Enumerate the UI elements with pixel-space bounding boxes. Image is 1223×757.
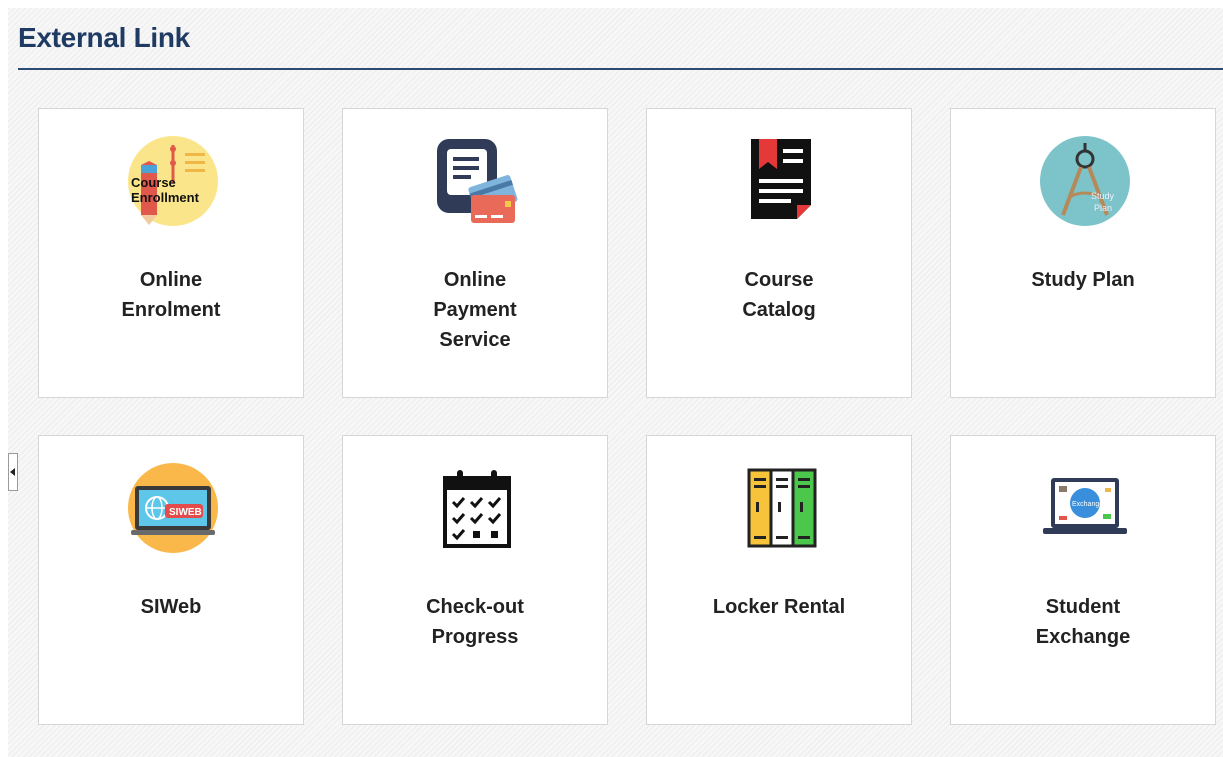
locker-icon [747,468,817,548]
external-link-panel: External Link Course Enrollment Online E… [8,8,1223,757]
tile-student-exchange[interactable]: Exchange Student Exchange [950,435,1216,725]
tile-label: Course Catalog [742,269,816,321]
tile-label: Online Payment Service [433,269,517,351]
icon-text-plan: Plan [1094,203,1112,213]
tile-course-catalog[interactable]: Course Catalog [646,108,912,398]
icon-text-enrollment: Enrollment [131,190,200,205]
icon-text-siweb: SIWEB [169,507,202,518]
catalog-book-icon [751,139,811,219]
tile-label: SIWeb [140,596,202,618]
tile-label: Locker Rental [712,596,846,618]
tile-online-enrolment[interactable]: Course Enrollment Online Enrolment [38,108,304,398]
tile-label: Check-out Progress [426,596,524,648]
tile-online-payment-service[interactable]: Online Payment Service [342,108,608,398]
exchange-laptop-icon: Exchange [1043,478,1127,534]
tile-check-out-progress[interactable]: Check-out Progress [342,435,608,725]
tile-siweb[interactable]: SIWEB SIWeb [38,435,304,725]
payment-card-icon [437,139,518,223]
tile-study-plan[interactable]: Study Plan Study Plan [950,108,1216,398]
title-divider [18,68,1223,70]
icon-text-course: Course [131,175,176,190]
icon-text-study: Study [1091,191,1115,201]
course-enrolment-icon: Course Enrollment [128,136,218,226]
siweb-laptop-icon: SIWEB [128,463,218,553]
tile-label: Study Plan [1031,269,1135,291]
tile-label: Online Enrolment [121,269,221,321]
section-title: External Link [18,22,190,53]
compass-study-plan-icon: Study Plan [1040,136,1130,226]
collapse-sidebar-button[interactable] [8,453,18,491]
checklist-calendar-icon [443,470,511,548]
tile-locker-rental[interactable]: Locker Rental [646,435,912,725]
tile-label: Student Exchange [1035,596,1131,648]
icon-text-exchange: Exchange [1072,501,1103,508]
